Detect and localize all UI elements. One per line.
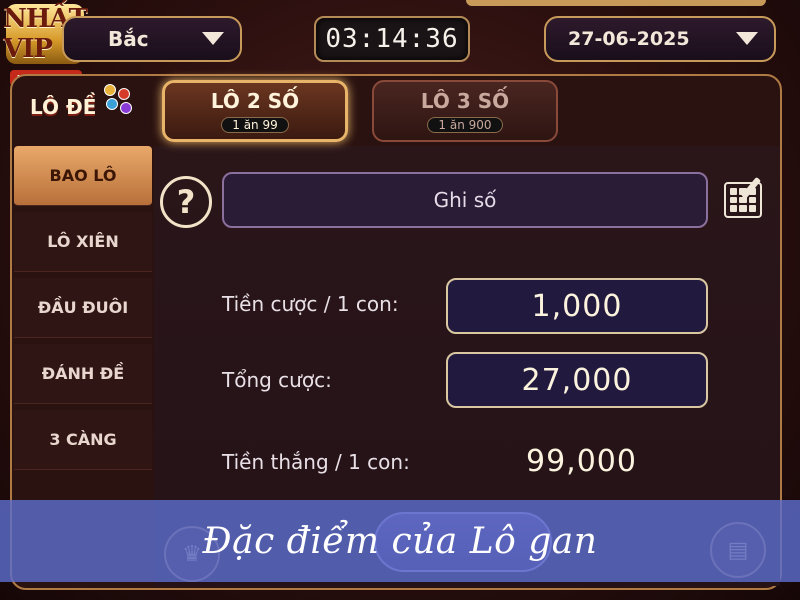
total-value: 27,000 bbox=[446, 352, 708, 408]
region-value: Bắc bbox=[108, 27, 149, 51]
date-value: 27-06-2025 bbox=[568, 28, 690, 50]
total-label: Tổng cược: bbox=[222, 368, 332, 392]
help-icon[interactable]: ? bbox=[160, 176, 212, 228]
win-label: Tiền thắng / 1 con: bbox=[222, 450, 410, 474]
sidebar-item-bao-lo[interactable]: BAO LÔ bbox=[14, 146, 152, 206]
tab-title: LÔ 2 SỐ bbox=[210, 89, 300, 113]
tab-lo-2-so[interactable]: LÔ 2 SỐ 1 ăn 99 bbox=[162, 80, 348, 142]
tab-odds: 1 ăn 99 bbox=[221, 117, 289, 133]
sidebar-item-lo-xien[interactable]: LÔ XIÊN bbox=[14, 212, 152, 272]
win-value: 99,000 bbox=[526, 444, 637, 479]
number-input[interactable]: Ghi số bbox=[222, 172, 708, 228]
sidebar-item-danh-de[interactable]: ĐÁNH ĐỀ bbox=[14, 344, 152, 404]
sidebar-item-dau-duoi[interactable]: ĐẦU ĐUÔI bbox=[14, 278, 152, 338]
stake-label: Tiền cược / 1 con: bbox=[222, 292, 399, 316]
top-decoration bbox=[466, 0, 766, 6]
region-select[interactable]: Bắc bbox=[62, 16, 242, 62]
sidebar: BAO LÔ LÔ XIÊN ĐẦU ĐUÔI ĐÁNH ĐỀ 3 CÀNG bbox=[14, 146, 154, 476]
caption-banner: Đặc điểm của Lô gan bbox=[0, 500, 800, 582]
tab-lo-3-so[interactable]: LÔ 3 SỐ 1 ăn 900 bbox=[372, 80, 558, 142]
tab-title: LÔ 3 SỐ bbox=[420, 89, 510, 113]
countdown-clock: 03:14:36 bbox=[314, 16, 470, 62]
chevron-down-icon bbox=[736, 32, 758, 45]
stake-input[interactable]: 1,000 bbox=[446, 278, 708, 334]
date-select[interactable]: 27-06-2025 bbox=[544, 16, 776, 62]
lode-logo-text: LÔ ĐỀ bbox=[30, 95, 97, 119]
keypad-icon[interactable] bbox=[724, 182, 762, 218]
sidebar-item-3-cang[interactable]: 3 CÀNG bbox=[14, 410, 152, 470]
tab-odds: 1 ăn 900 bbox=[427, 117, 503, 133]
chevron-down-icon bbox=[202, 32, 224, 45]
